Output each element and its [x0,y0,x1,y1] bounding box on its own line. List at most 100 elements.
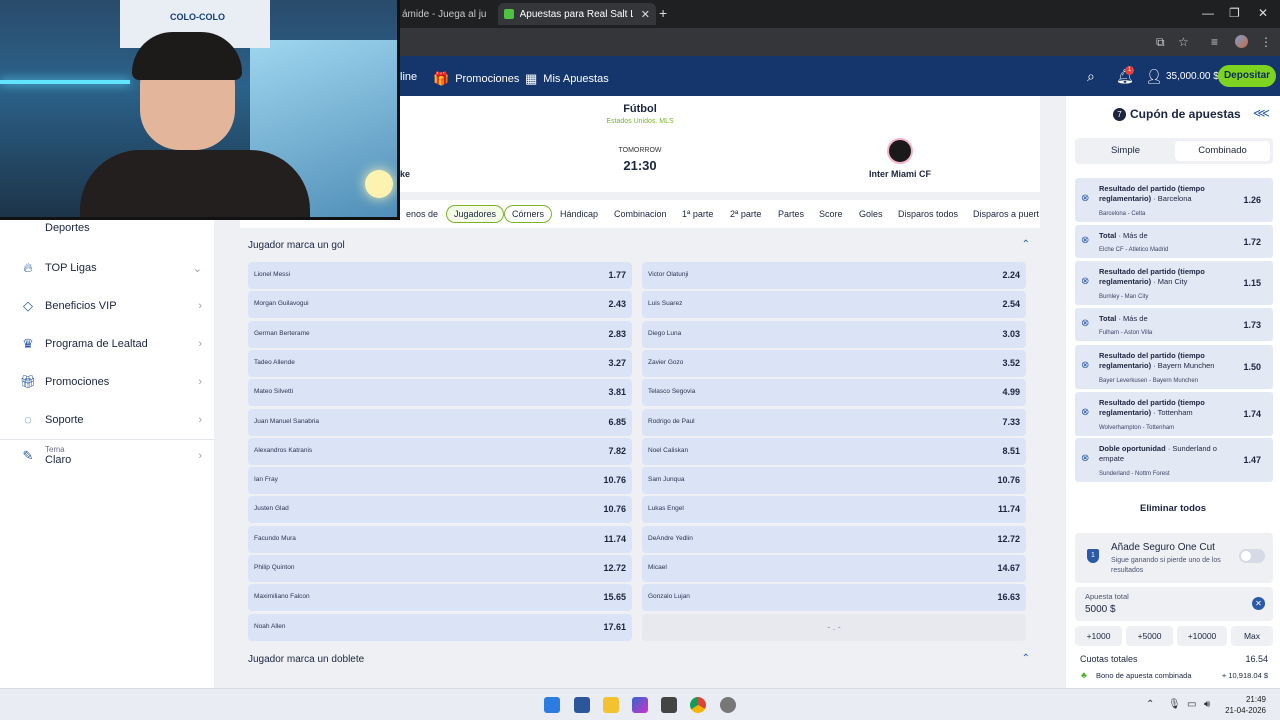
insurance-toggle[interactable] [1239,549,1265,563]
odds-row[interactable]: Telasco Segovia 4.99 [642,379,1026,407]
filter-chip-score[interactable]: Score [811,205,851,223]
word-icon[interactable] [574,697,590,713]
nav-link-online[interactable]: line [400,71,417,83]
tab-simple[interactable]: Simple [1078,141,1173,161]
taskbar-clock[interactable]: 21:49 21-04-2026 [1225,694,1266,716]
filter-chip-partes[interactable]: Partes [770,205,812,223]
filter-chip-disparos-puerta[interactable]: Disparos a puert [965,205,1040,223]
sidebar-item-top-ligas[interactable]: 🔥︎ TOP Ligas ⌄ [18,260,202,276]
menu-kebab-icon[interactable]: ⋮ [1260,35,1272,49]
close-icon[interactable]: ✕ [641,8,650,21]
odds-row[interactable]: - . - [642,613,1026,641]
bet-item[interactable]: ⊗ Doble oportunidad · Sunderland o empate… [1075,438,1273,482]
chrome-icon[interactable] [690,697,706,713]
remove-bet-icon[interactable]: ⊗ [1081,407,1089,418]
deposit-button[interactable]: Depositar [1218,65,1276,87]
nav-link-mis-apuestas[interactable]: ▦ Mis Apuestas [525,71,609,87]
bet-item[interactable]: ⊗ Resultado del partido (tiempo reglament… [1075,345,1273,389]
odds-row[interactable]: Micael 14.67 [642,555,1026,582]
filter-chip-disparos-todos[interactable]: Disparos todos [890,205,966,223]
nav-link-promociones[interactable]: 🎁 Promociones [433,71,519,87]
odds-row[interactable]: German Berterame 2.83 [248,320,632,348]
sidebar-item-programa-lealtad[interactable]: ♛ Programa de Lealtad › [18,336,202,352]
volume-icon[interactable]: 🔊︎ [1204,699,1210,710]
odds-row[interactable]: Tadeo Allende 3.27 [248,349,632,377]
remove-bet-icon[interactable]: ⊗ [1081,453,1089,464]
media-control-icon[interactable]: ≡ [1211,35,1218,49]
obs-icon[interactable] [720,697,736,713]
odds-row[interactable]: Gonzalo Lujan 16.63 [642,584,1026,612]
bet-item[interactable]: ⊗ Resultado del partido (tiempo reglament… [1075,392,1273,436]
odds-row[interactable]: DeAndre Yedlin 12.72 [642,525,1026,553]
remove-bet-icon[interactable]: ⊗ [1081,318,1089,329]
remove-bet-icon[interactable]: ⊗ [1081,193,1089,204]
user-icon[interactable]: 👤︎ [1145,68,1163,85]
filter-chip-2a-parte[interactable]: 2ª parte [722,205,769,223]
section-header-gol[interactable]: Jugador marca un gol ⌃ [240,233,1040,259]
quick-amount-button[interactable]: +10000 [1177,626,1227,646]
profile-avatar[interactable] [1235,35,1248,48]
filter-chip[interactable]: enos de [398,205,446,223]
remove-all-button[interactable]: Eliminar todos [1066,503,1280,514]
minimize-icon[interactable]: — [1202,6,1214,20]
remove-bet-icon[interactable]: ⊗ [1081,276,1089,287]
quick-amount-button[interactable]: +5000 [1126,626,1173,646]
restore-icon[interactable]: ❐ [1229,6,1240,20]
odds-row[interactable]: Luis Suarez 2.54 [642,291,1026,319]
folder-icon[interactable] [603,697,619,713]
odds-row[interactable]: Rodrigo de Paul 7.33 [642,408,1026,436]
stake-input[interactable]: Apuesta total 5000 $ ✕ [1075,587,1273,621]
account-balance[interactable]: 35,000.00 $ [1166,71,1219,82]
odds-row[interactable]: Mateo Silvetti 3.81 [248,379,632,407]
chevron-up-icon[interactable]: ⌃ [1022,239,1030,250]
odds-row[interactable]: Juan Manuel Sanabria 6.85 [248,408,632,436]
odds-row[interactable]: Lionel Messi 1.77 [248,262,632,289]
filter-chip-jugadores[interactable]: Jugadores [446,205,505,223]
microphone-icon[interactable]: 🎙︎ [1168,699,1181,710]
odds-row[interactable]: Alexandros Katranis 7.82 [248,437,632,465]
odds-row[interactable]: Noel Caliskan 8.51 [642,437,1026,465]
sidebar-item-deportes[interactable]: Deportes [18,222,202,234]
close-window-icon[interactable]: ✕ [1258,6,1268,20]
remove-bet-icon[interactable]: ⊗ [1081,235,1089,246]
odds-row[interactable]: Facundo Mura 11.74 [248,525,632,553]
bookmark-star-icon[interactable]: ☆ [1178,35,1189,49]
new-tab-button[interactable]: + [659,5,667,21]
odds-row[interactable]: Sam Junqua 10.76 [642,467,1026,495]
sidebar-item-soporte[interactable]: ◌ Soporte › [18,412,202,427]
remove-bet-icon[interactable]: ⊗ [1081,360,1089,371]
browser-tab-inactive[interactable]: ámide - Juega al ju ✕ [396,3,496,25]
tray-chevron-icon[interactable]: ⌃ [1146,699,1154,710]
odds-row[interactable]: Ian Fray 10.76 [248,467,632,495]
section-header-doblete[interactable]: Jugador marca un doblete ⌃ [240,647,1040,673]
sidebar-item-tema[interactable]: ✎ Tema Claro › [18,445,202,466]
tab-combinado[interactable]: Combinado [1175,141,1270,161]
odds-row[interactable]: Lukas Engel 11.74 [642,496,1026,524]
windows-start-icon[interactable] [544,697,560,713]
bet-item[interactable]: ⊗ Total · Más de Elche CF - Atletico Madri… [1075,225,1273,258]
install-icon[interactable]: ⧉ [1156,35,1165,50]
copilot-icon[interactable] [632,697,648,713]
chevron-up-icon[interactable]: ⌃ [1022,653,1030,664]
sidebar-item-beneficios-vip[interactable]: ◇ Beneficios VIP › [18,298,202,314]
filter-chip-handicap[interactable]: Hándicap [552,205,606,223]
browser-tab-active[interactable]: Apuestas para Real Salt Lake vs ✕ [498,3,656,25]
bet-item[interactable]: ⊗ Resultado del partido (tiempo reglament… [1075,261,1273,305]
odds-row[interactable]: Diego Luna 3.03 [642,320,1026,348]
sidebar-item-promociones[interactable]: 🎁︎ Promociones › [18,374,202,390]
odds-row[interactable]: Noah Allen 17.61 [248,613,632,641]
search-icon[interactable]: ⌕ [1087,68,1095,85]
bet-item[interactable]: ⊗ Total · Más de Fulham - Aston Villa 1.73 [1075,308,1273,341]
quick-amount-button[interactable]: +1000 [1075,626,1122,646]
odds-row[interactable]: Zavier Gozo 3.52 [642,349,1026,377]
odds-row[interactable]: Victor Olatunji 2.24 [642,262,1026,289]
quick-amount-max-button[interactable]: Max [1231,626,1273,646]
filter-chip-goles[interactable]: Goles [851,205,891,223]
filter-chip-combinacion[interactable]: Combinacion [606,205,675,223]
filter-chip-1a-parte[interactable]: 1ª parte [674,205,721,223]
odds-row[interactable]: Justen Glad 10.76 [248,496,632,524]
odds-row[interactable]: Morgan Guilavogui 2.43 [248,291,632,319]
close-icon[interactable]: ✕ [495,8,497,21]
network-icon[interactable]: ▭ [1187,699,1196,710]
filter-chip-corners[interactable]: Córners [504,205,553,223]
